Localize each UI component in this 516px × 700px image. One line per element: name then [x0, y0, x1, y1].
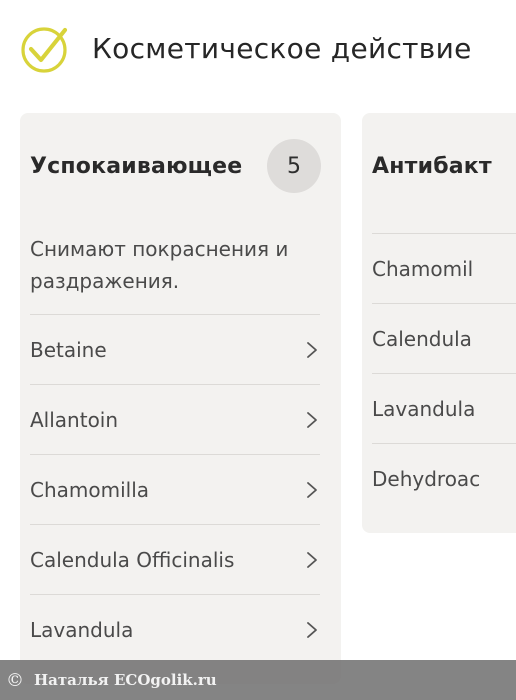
- ingredient-label: Chamomilla: [30, 477, 150, 502]
- copyright-sign: ©: [6, 669, 24, 691]
- ingredient-item-lavandula[interactable]: Lavandula: [372, 373, 516, 443]
- card-header: Антибакт: [372, 139, 516, 193]
- check-circle-icon: [21, 27, 68, 73]
- effect-card-soothing[interactable]: Успокаивающее 5 Снимают покраснения и ра…: [20, 113, 341, 684]
- ingredient-list: Chamomil Calendula Lavandula Dehydroac: [372, 233, 516, 513]
- ingredient-label: Dehydroac: [372, 466, 481, 491]
- ingredient-label: Calendula: [372, 326, 472, 351]
- ingredient-item-dehydroacetic[interactable]: Dehydroac: [372, 443, 516, 513]
- section-header: Косметическое действие: [20, 22, 472, 74]
- ingredient-item-chamomilla[interactable]: Chamomilla: [30, 454, 320, 524]
- ingredient-label: Lavandula: [372, 396, 476, 421]
- section-title: Косметическое действие: [92, 31, 472, 65]
- ingredient-item-lavandula[interactable]: Lavandula: [30, 594, 320, 664]
- ingredient-label: Chamomil: [372, 256, 474, 281]
- chevron-right-icon: [307, 551, 317, 568]
- ingredient-count-badge: 5: [267, 139, 321, 193]
- chevron-right-icon: [307, 481, 317, 498]
- ingredient-list: Betaine Allantoin Chamomilla Calendula O…: [30, 314, 320, 664]
- ingredient-item-calendula[interactable]: Calendula Officinalis: [30, 524, 320, 594]
- watermark-text: Наталья ECOgolik.ru: [34, 671, 217, 689]
- ingredient-label: Calendula Officinalis: [30, 547, 235, 572]
- card-title: Антибакт: [372, 153, 492, 179]
- watermark-bar: © Наталья ECOgolik.ru: [0, 660, 516, 700]
- page: Косметическое действие Успокаивающее 5 С…: [0, 0, 516, 700]
- card-description: Снимают покраснения и раздражения.: [30, 237, 289, 293]
- ingredient-label: Lavandula: [30, 617, 134, 642]
- card-title: Успокаивающее: [30, 153, 243, 179]
- ingredient-label: Allantoin: [30, 407, 119, 432]
- chevron-right-icon: [307, 341, 317, 358]
- ingredient-item-allantoin[interactable]: Allantoin: [30, 384, 320, 454]
- effects-carousel[interactable]: Успокаивающее 5 Снимают покраснения и ра…: [20, 113, 516, 700]
- ingredient-label: Betaine: [30, 337, 107, 362]
- chevron-right-icon: [307, 411, 317, 428]
- ingredient-item-chamomilla[interactable]: Chamomil: [372, 233, 516, 303]
- ingredient-item-calendula[interactable]: Calendula: [372, 303, 516, 373]
- card-header: Успокаивающее 5: [30, 139, 321, 193]
- ingredient-item-betaine[interactable]: Betaine: [30, 314, 320, 384]
- effect-card-antibacterial[interactable]: Антибакт Chamomil Calendula Lavandula De…: [362, 113, 516, 533]
- chevron-right-icon: [307, 621, 317, 638]
